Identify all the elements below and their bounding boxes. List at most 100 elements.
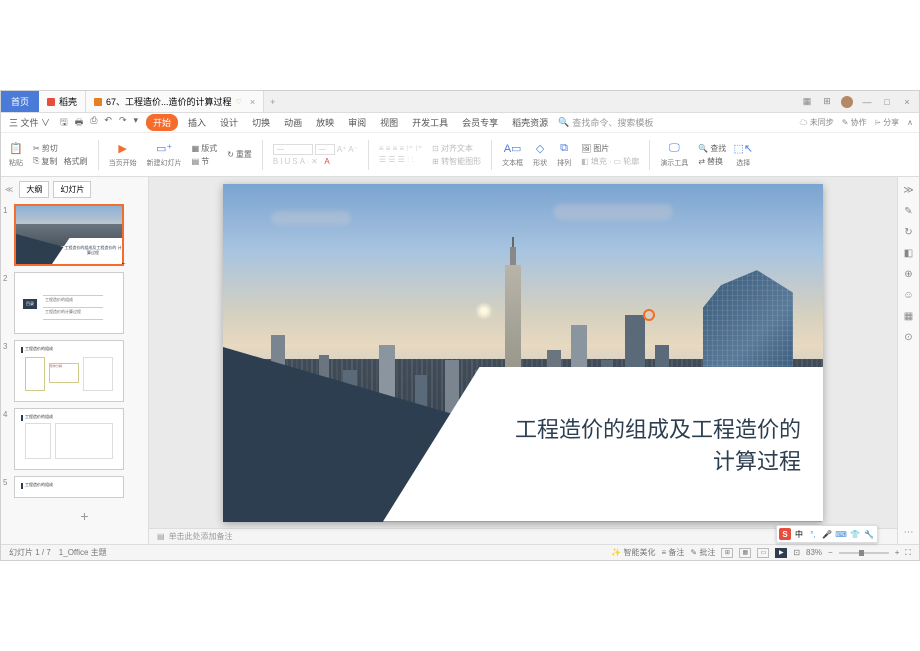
thumb-4[interactable]: 工程造价的组成	[14, 408, 124, 470]
menu-transition[interactable]: 切换	[248, 116, 274, 129]
font-select[interactable]: —	[273, 144, 313, 155]
ime-keyboard-icon[interactable]: ⌨	[835, 528, 847, 540]
zoom-out[interactable]: −	[828, 548, 833, 557]
ime-skin-icon[interactable]: 👕	[849, 528, 861, 540]
menu-insert[interactable]: 插入	[184, 116, 210, 129]
thumb-5[interactable]: 工程造价的组成	[14, 476, 124, 498]
share-button[interactable]: ⌲ 分享	[875, 117, 899, 128]
ai-pane-icon[interactable]: ☺	[903, 290, 913, 301]
view-normal[interactable]: ⊞	[721, 548, 733, 558]
tools-group[interactable]: 🖵 演示工具	[660, 142, 688, 168]
help-pane-icon[interactable]: ⊙	[904, 332, 912, 343]
zoom-slider[interactable]	[839, 552, 889, 554]
tab-docer[interactable]: 稻壳	[39, 91, 86, 112]
title-bar: 首页 稻壳 67、工程造价...造价的计算过程 ♡ × + ▦ ⊞ — □ ×	[1, 91, 919, 113]
panel-collapse-icon[interactable]: ≪	[5, 185, 13, 194]
template-pane-icon[interactable]: ▦	[904, 311, 913, 322]
sync-status[interactable]: ☁ 未同步	[800, 117, 834, 128]
more-pane-icon[interactable]: ⋯	[904, 527, 914, 538]
menu-slideshow[interactable]: 放映	[312, 116, 338, 129]
shape-group[interactable]: ◇ 形状	[533, 142, 547, 168]
animation-pane-icon[interactable]: ↻	[904, 227, 912, 238]
tab-document[interactable]: 67、工程造价...造价的计算过程 ♡ ×	[86, 91, 264, 112]
menu-start[interactable]: 开始	[146, 114, 178, 131]
slide-title-line1: 工程造价的组成及工程造价的	[515, 412, 801, 444]
search-icon[interactable]: 🔍	[558, 117, 569, 128]
thumb-3[interactable]: 工程造价的组成 整体分解	[14, 340, 124, 402]
section-icon[interactable]: ▤	[192, 157, 200, 166]
notes-toggle[interactable]: ≡ 备注	[662, 547, 685, 558]
zoom-in[interactable]: +	[895, 548, 900, 557]
thumb-1[interactable]: 工程造价的组成及工程造价的 计算过程	[14, 204, 124, 266]
menu-review[interactable]: 审阅	[344, 116, 370, 129]
ime-lang-icon[interactable]: 中	[793, 528, 805, 540]
preview-icon[interactable]: ⎙	[88, 115, 99, 131]
select-group[interactable]: ⬚↖ 选择	[736, 142, 750, 168]
style-pane-icon[interactable]: ◧	[904, 248, 913, 259]
italic-icon[interactable]: I	[280, 157, 282, 166]
slide-canvas[interactable]: 工程造价的组成及工程造价的 计算过程	[223, 184, 823, 522]
menu-collapse-icon[interactable]: ∧	[907, 118, 913, 127]
design-pane-icon[interactable]: ✎	[904, 206, 912, 217]
tab-close[interactable]: ×	[250, 97, 255, 107]
image-icon[interactable]: 🖼	[581, 144, 591, 153]
fullscreen-icon[interactable]: ⛶	[905, 548, 911, 558]
comments-toggle[interactable]: ✎ 批注	[690, 547, 715, 558]
apps-icon[interactable]: ⊞	[821, 96, 833, 108]
save-icon[interactable]: 🖫	[58, 115, 70, 131]
copy-icon[interactable]: ⎘	[33, 156, 39, 166]
expand-pane-icon[interactable]: ≫	[903, 185, 913, 196]
ime-punct-icon[interactable]: °,	[807, 528, 819, 540]
arrange-group[interactable]: ⧉ 排列	[557, 142, 571, 168]
bold-icon[interactable]: B	[273, 157, 278, 166]
search-placeholder[interactable]: 查找命令、搜索模板	[572, 116, 653, 129]
print-icon[interactable]: 🖶	[73, 115, 86, 131]
new-slide-group[interactable]: ▭⁺ 新建幻灯片	[147, 142, 182, 168]
undo-icon[interactable]: ↶	[102, 115, 114, 131]
file-menu[interactable]: 三 文件 ∨	[7, 116, 52, 129]
menu-animation[interactable]: 动画	[280, 116, 306, 129]
menu-view[interactable]: 视图	[376, 116, 402, 129]
view-slideshow[interactable]: ▶	[775, 548, 787, 558]
strike-icon[interactable]: S	[292, 157, 297, 166]
font-size-select[interactable]: —	[315, 144, 335, 155]
view-reading[interactable]: ▭	[757, 548, 769, 558]
cut-icon[interactable]: ✂	[33, 144, 40, 153]
avatar[interactable]	[841, 96, 853, 108]
zoom-value[interactable]: 83%	[806, 548, 822, 557]
asset-pane-icon[interactable]: ⊕	[904, 269, 912, 280]
reset-icon[interactable]: ↻	[227, 150, 234, 159]
replace-icon[interactable]: ⇄	[698, 157, 705, 166]
thumb-2[interactable]: 目录 工程造价的组成 工程造价的计算过程	[14, 272, 124, 334]
textbox-group[interactable]: A▭ 文本框	[502, 142, 523, 168]
ime-voice-icon[interactable]: 🎤	[821, 528, 833, 540]
paste-group[interactable]: 📋 粘贴	[9, 142, 23, 168]
favorite-icon[interactable]: ♡	[236, 98, 242, 106]
coop-button[interactable]: ✎ 协作	[842, 117, 867, 128]
menu-member[interactable]: 会员专享	[458, 116, 502, 129]
format-painter-label[interactable]: 格式刷	[64, 156, 88, 167]
window-maximize[interactable]: □	[881, 96, 893, 108]
tab-add[interactable]: +	[264, 91, 281, 112]
qat-more[interactable]: ▾	[131, 115, 140, 131]
zoom-fit[interactable]: ⊡	[793, 548, 800, 557]
tab-home[interactable]: 首页	[1, 91, 39, 112]
view-sorter[interactable]: ▦	[739, 548, 751, 558]
grid-icon[interactable]: ▦	[801, 96, 813, 108]
find-icon[interactable]: 🔍	[698, 144, 708, 153]
smart-beautify[interactable]: ✨ 智能美化	[611, 547, 655, 558]
slides-tab[interactable]: 幻灯片	[53, 181, 91, 198]
ime-toolbar[interactable]: S 中 °, 🎤 ⌨ 👕 🔧	[776, 525, 878, 543]
window-close[interactable]: ×	[901, 96, 913, 108]
menu-dev[interactable]: 开发工具	[408, 116, 452, 129]
menu-design[interactable]: 设计	[216, 116, 242, 129]
menu-resources[interactable]: 稻壳资源	[508, 116, 552, 129]
from-current-group[interactable]: ▶ 当页开始	[109, 142, 137, 168]
redo-icon[interactable]: ↷	[117, 115, 129, 131]
add-slide-button[interactable]: +	[3, 504, 146, 528]
outline-tab[interactable]: 大纲	[19, 181, 49, 198]
underline-icon[interactable]: U	[284, 157, 290, 166]
layout-icon[interactable]: ▦	[192, 144, 200, 153]
window-minimize[interactable]: —	[861, 96, 873, 108]
ime-tool-icon[interactable]: 🔧	[863, 528, 875, 540]
